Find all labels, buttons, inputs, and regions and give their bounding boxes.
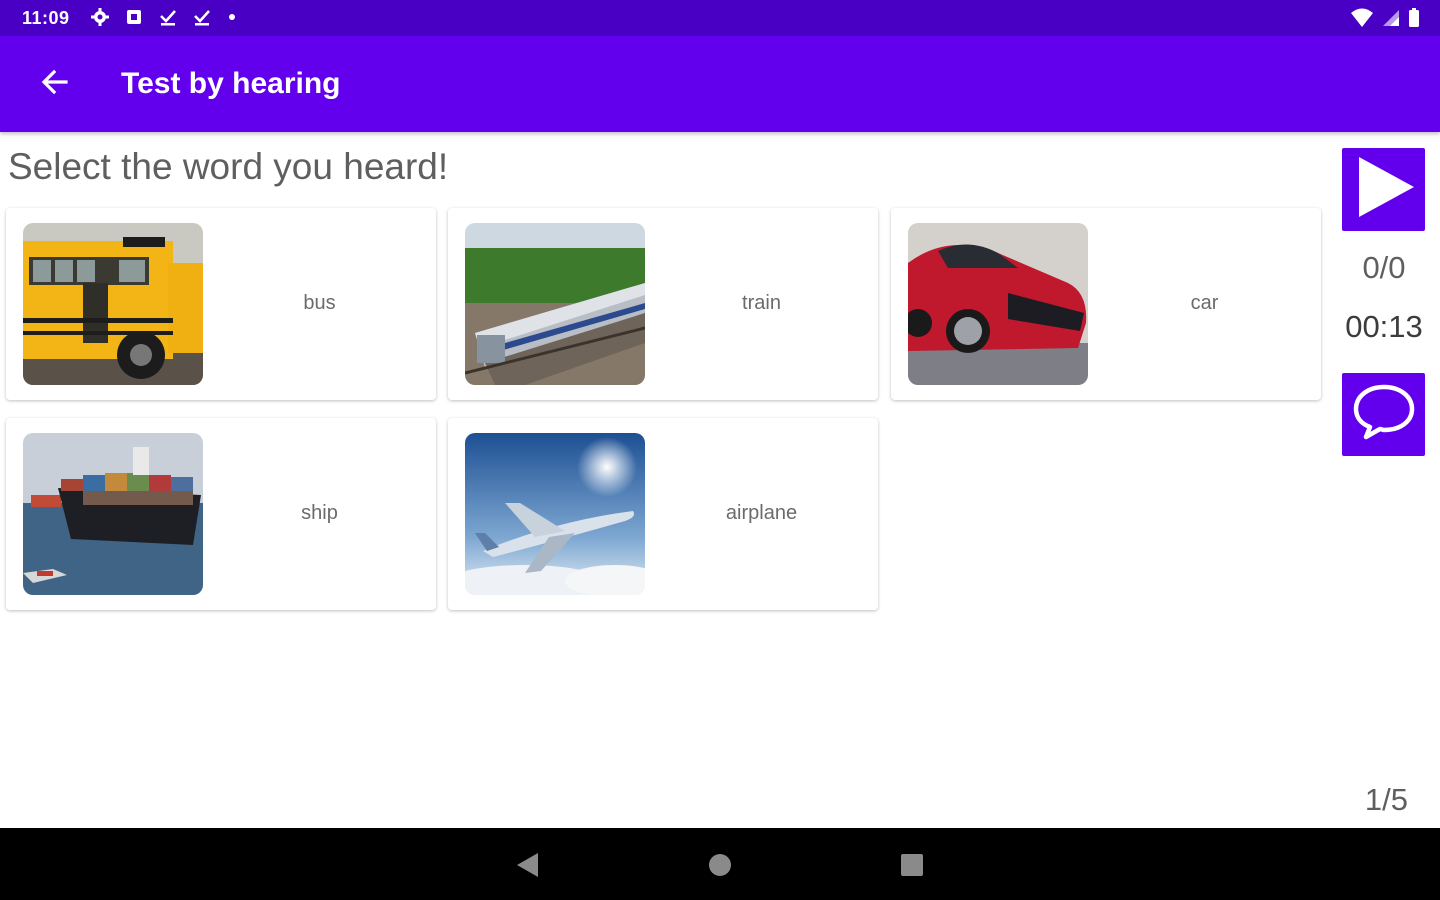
school-bus-photo — [23, 223, 203, 385]
question-progress: 1/5 — [1364, 782, 1408, 817]
status-time: 11:09 — [22, 8, 70, 28]
play-button[interactable] — [1342, 148, 1425, 231]
red-car-photo — [908, 223, 1088, 385]
back-triangle-icon[interactable] — [514, 852, 540, 878]
arrow-back-icon — [40, 68, 68, 101]
status-icons-right — [1350, 8, 1420, 33]
home-circle-icon[interactable] — [707, 852, 733, 878]
train-photo — [465, 223, 645, 385]
recents-square-icon[interactable] — [899, 852, 925, 878]
option-label: bus — [303, 292, 336, 314]
gear-icon — [90, 7, 110, 27]
option-card-car[interactable]: car — [891, 208, 1321, 400]
wifi-icon — [1350, 8, 1374, 33]
signal-icon — [1382, 8, 1400, 33]
app-notification-icon — [124, 7, 144, 27]
dot-icon — [226, 7, 238, 27]
score-counter: 0/0 — [1362, 250, 1406, 285]
option-card-train[interactable]: train — [448, 208, 878, 400]
option-card-airplane[interactable]: airplane — [448, 418, 878, 610]
speech-bubble-icon — [1352, 383, 1416, 446]
status-bar: 11:09 — [0, 0, 1440, 36]
play-icon — [1350, 153, 1418, 226]
option-label: airplane — [725, 502, 798, 524]
option-card-ship[interactable]: ship — [6, 418, 436, 610]
container-ship-photo — [23, 433, 203, 595]
status-icons-left — [90, 7, 238, 27]
speak-button[interactable] — [1342, 373, 1425, 456]
battery-icon — [1408, 8, 1420, 33]
download-done-icon — [158, 7, 178, 27]
app-bar: Test by hearing — [0, 36, 1440, 132]
option-card-bus[interactable]: bus — [6, 208, 436, 400]
download-done-icon — [192, 7, 212, 27]
option-label: car — [1190, 292, 1219, 314]
navigation-bar — [0, 828, 1440, 900]
option-label: train — [742, 292, 781, 314]
instruction-text: Select the word you heard! — [8, 146, 449, 187]
back-button[interactable] — [30, 60, 78, 108]
page-title: Test by hearing — [121, 67, 341, 100]
timer: 00:13 — [1345, 309, 1423, 344]
airplane-photo — [465, 433, 645, 595]
option-label: ship — [301, 502, 338, 524]
